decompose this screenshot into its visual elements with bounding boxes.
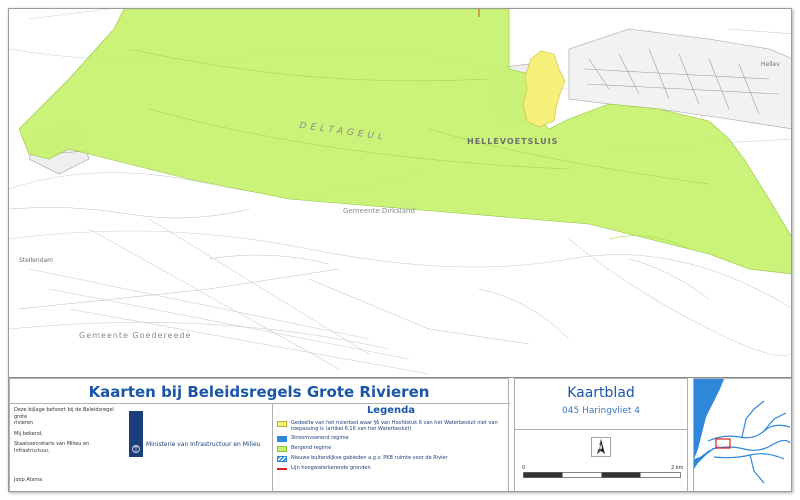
note-line-1: Deze bijlage behoort bij de Beleidsregel… <box>14 407 114 420</box>
overview-map[interactable] <box>693 378 791 491</box>
legend-item-stroomvoerend: Stroomvoerend regime <box>277 435 511 442</box>
legend-item-nieuwe-buitendijks: Nieuwe buitendijkse gebieden a.g.v. PKB … <box>277 455 511 462</box>
approval-note: Deze bijlage behoort bij de Beleidsregel… <box>14 407 124 454</box>
scale-end-label: 2 km <box>671 465 684 471</box>
legend-label: Bergend regime <box>291 445 332 451</box>
map-label-gemeente-dirksland: Gemeente Dirksland <box>343 207 415 215</box>
legend: Legenda Gedeelte van het rivierbed waar … <box>273 404 511 491</box>
map-label-hellevoetsluis-corner: Hellev <box>761 61 780 68</box>
map-label-stellendam: Stellendam <box>19 257 54 264</box>
signature: Joop Atsma <box>14 477 43 483</box>
scale-start-label: 0 <box>522 465 526 471</box>
map-frame: HELLEVOETSLUIS DELTAGEUL Gemeente Dirksl… <box>8 8 792 492</box>
hatch-swatch <box>277 456 287 462</box>
green-swatch <box>277 446 287 452</box>
legend-title: Legenda <box>366 405 416 416</box>
ministry-name: Ministerie van Infrastructuur en Milieu <box>146 441 261 448</box>
map-label-hellevoetsluis: HELLEVOETSLUIS <box>467 137 559 146</box>
note-line-4: Staatssecretaris van Milieu en Infrastru… <box>14 441 90 454</box>
legend-label: Nieuwe buitendijkse gebieden a.g.v. PKB … <box>291 455 448 461</box>
kaartblad-panel: Kaartblad 045 Haringvliet 4 N 0 2 km <box>514 378 688 491</box>
yellow-swatch <box>277 421 287 427</box>
map-canvas[interactable] <box>9 9 792 377</box>
legend-item-hoogwaterkerend: Lijn hoogwaterkerende gronden <box>277 465 511 471</box>
ministry-logo <box>129 411 143 457</box>
map-label-gemeente-goedereede: Gemeente Goedereede <box>79 331 192 340</box>
map-footer: Kaarten bij Beleidsregels Grote Rivieren… <box>9 378 791 491</box>
title-panel: Kaarten bij Beleidsregels Grote Rivieren… <box>9 378 511 491</box>
legend-label: Gedeelte van het rivierbed waar §6 van H… <box>291 420 498 432</box>
legend-item-rivierbed: Gedeelte van het rivierbed waar §6 van H… <box>277 420 511 432</box>
kaartblad-subtitle: 045 Haringvliet 4 <box>562 406 640 416</box>
kaartblad-title: Kaartblad <box>567 385 635 401</box>
legend-label: Stroomvoerend regime <box>291 435 349 441</box>
map-view[interactable]: HELLEVOETSLUIS DELTAGEUL Gemeente Dirksl… <box>9 9 792 378</box>
crest-icon <box>132 445 140 453</box>
page-title: Kaarten bij Beleidsregels Grote Rivieren <box>88 383 430 401</box>
red-line-swatch <box>277 468 287 470</box>
legend-item-bergend: Bergend regime <box>277 445 511 452</box>
scale-bar <box>523 472 681 478</box>
blue-swatch <box>277 436 287 442</box>
overview-map-canvas <box>694 379 791 491</box>
legend-label: Lijn hoogwaterkerende gronden <box>291 465 371 471</box>
north-label: N <box>598 445 603 451</box>
